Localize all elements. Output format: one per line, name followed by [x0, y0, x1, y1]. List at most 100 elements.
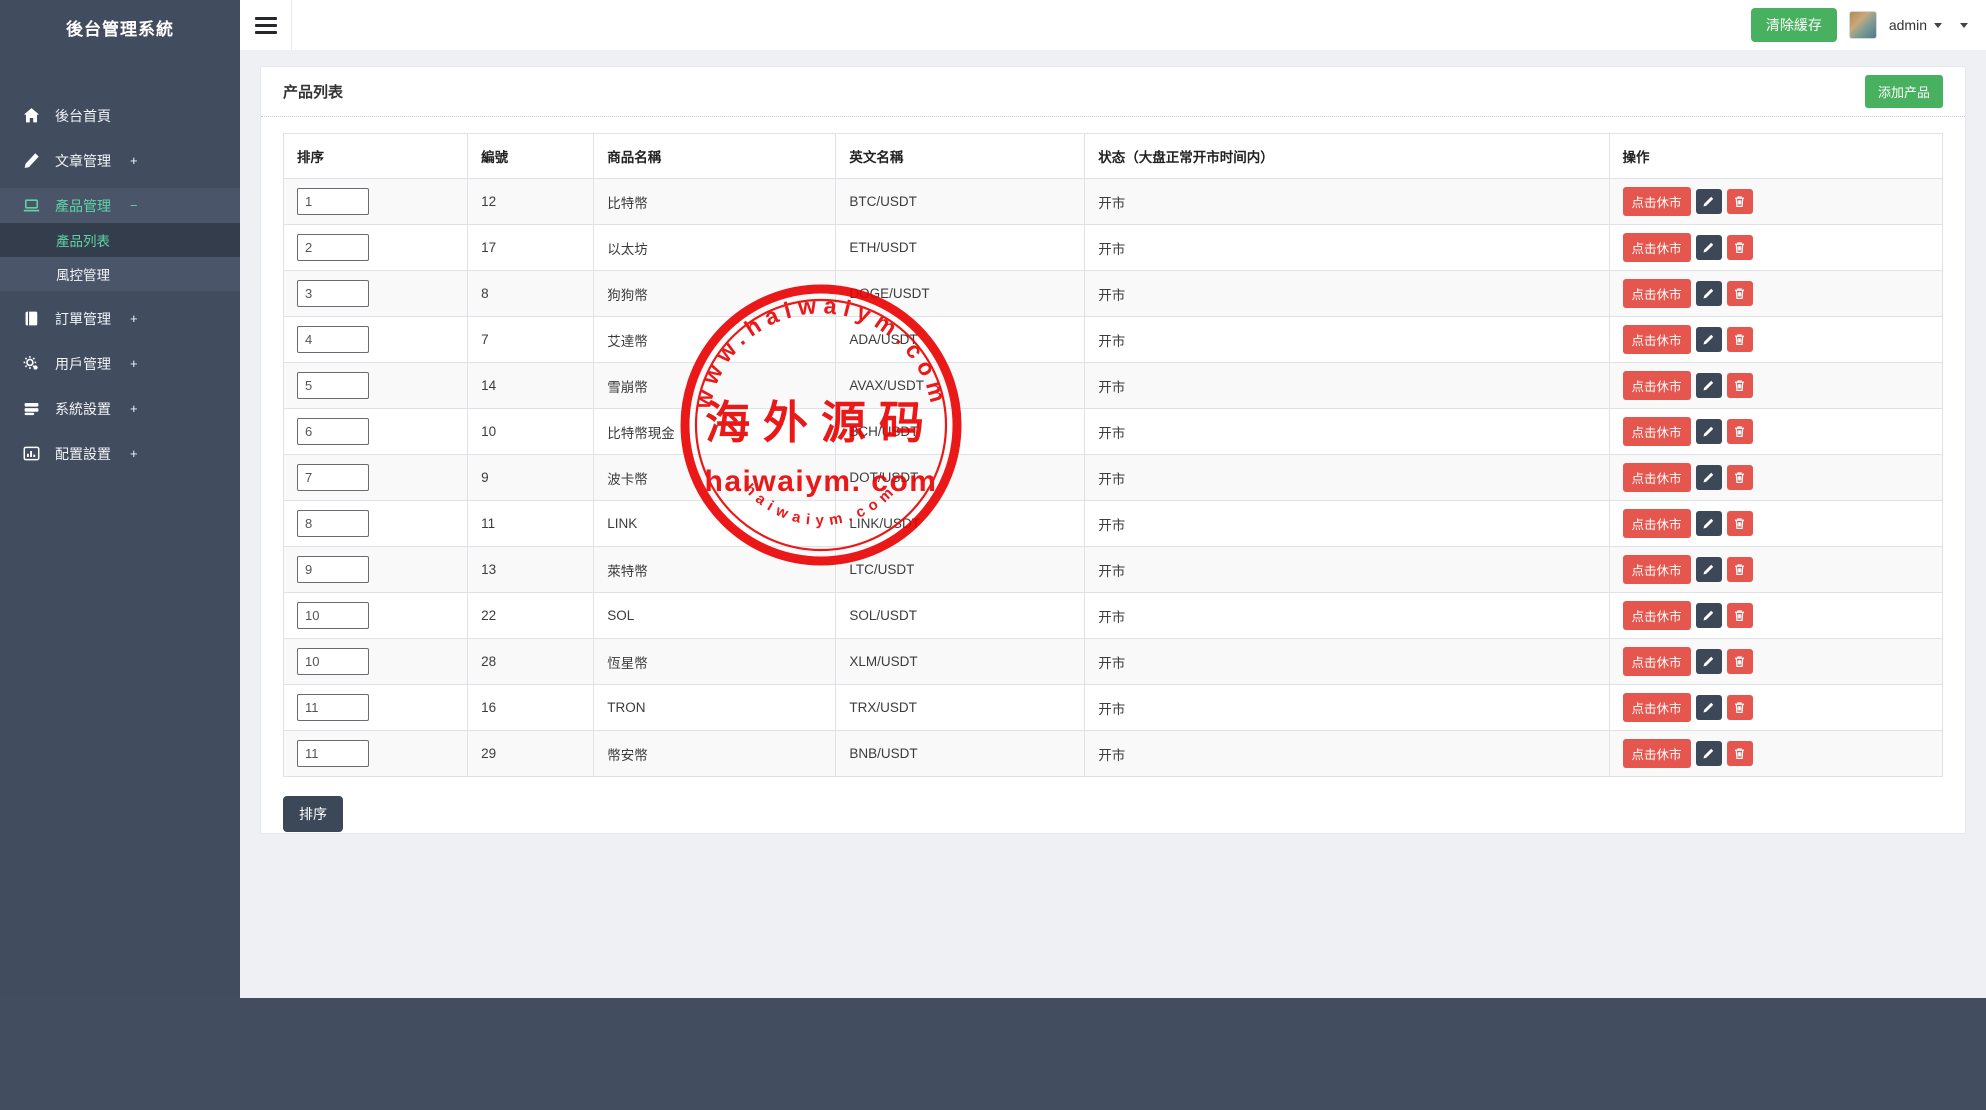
sidebar-item-home[interactable]: 後台首頁 — [0, 98, 240, 133]
close-market-button[interactable]: 点击休市 — [1622, 233, 1691, 262]
sort-input[interactable] — [297, 418, 369, 445]
delete-button[interactable] — [1726, 419, 1753, 444]
sidebar-group-products: 產品管理 − 產品列表 風控管理 — [0, 188, 240, 291]
trash-icon — [1733, 517, 1746, 530]
sidebar-item-config-settings[interactable]: 配置設置 + — [0, 436, 240, 471]
sort-cell — [282, 638, 469, 685]
add-product-button[interactable]: 添加产品 — [1864, 75, 1943, 108]
sidebar-subitem-product-list[interactable]: 產品列表 — [0, 223, 240, 257]
sort-input[interactable] — [297, 372, 369, 399]
row-en-name: SOL/USDT — [835, 592, 1086, 639]
row-name: 以太坊 — [593, 224, 837, 271]
column-header-status: 状态（大盘正常开市时间内） — [1084, 133, 1610, 179]
pencil-icon — [1702, 747, 1715, 760]
delete-button[interactable] — [1726, 695, 1753, 720]
pencil-icon — [1702, 655, 1715, 668]
sidebar-subitem-risk-management[interactable]: 風控管理 — [0, 257, 240, 291]
sidebar-item-orders[interactable]: 訂單管理 + — [0, 301, 240, 336]
trash-icon — [1733, 425, 1746, 438]
close-market-button[interactable]: 点击休市 — [1622, 417, 1691, 446]
close-market-button[interactable]: 点击休市 — [1622, 647, 1691, 676]
close-market-button[interactable]: 点击休市 — [1622, 463, 1691, 492]
sort-input[interactable] — [297, 740, 369, 767]
delete-button[interactable] — [1726, 557, 1753, 582]
trash-icon — [1733, 563, 1746, 576]
row-status: 开市 — [1084, 362, 1610, 409]
avatar[interactable] — [1848, 11, 1877, 39]
row-en-name: TRX/USDT — [835, 684, 1086, 731]
edit-button[interactable] — [1695, 189, 1722, 214]
sidebar-item-users[interactable]: 用戶管理 + — [0, 346, 240, 381]
pencil-icon — [1702, 195, 1715, 208]
edit-button[interactable] — [1695, 373, 1722, 398]
row-id: 10 — [467, 408, 595, 455]
sort-input[interactable] — [297, 602, 369, 629]
edit-button[interactable] — [1695, 327, 1722, 352]
close-market-button[interactable]: 点击休市 — [1622, 187, 1691, 216]
edit-button[interactable] — [1695, 281, 1722, 306]
delete-button[interactable] — [1726, 465, 1753, 490]
close-market-button[interactable]: 点击休市 — [1622, 509, 1691, 538]
table-row: 16 TRON TRX/USDT 开市 点击休市 — [282, 684, 1943, 731]
sidebar-item-products[interactable]: 產品管理 − — [0, 188, 240, 223]
delete-button[interactable] — [1726, 603, 1753, 628]
chevron-down-icon — [1934, 22, 1942, 28]
product-table-body: 12 比特幣 BTC/USDT 开市 点击休市 — [282, 178, 1943, 777]
sort-input[interactable] — [297, 694, 369, 721]
row-id: 16 — [467, 684, 595, 731]
sidebar-item-label: 系統設置 — [55, 400, 111, 417]
edit-button[interactable] — [1695, 235, 1722, 260]
row-status: 开市 — [1084, 730, 1610, 777]
sort-cell — [282, 316, 469, 363]
sort-input[interactable] — [297, 556, 369, 583]
sort-input[interactable] — [297, 234, 369, 261]
delete-button[interactable] — [1726, 511, 1753, 536]
delete-button[interactable] — [1726, 649, 1753, 674]
sort-submit-button[interactable]: 排序 — [283, 796, 343, 832]
delete-button[interactable] — [1726, 281, 1753, 306]
sort-input[interactable] — [297, 280, 369, 307]
sort-input[interactable] — [297, 326, 369, 353]
close-market-button[interactable]: 点击休市 — [1622, 693, 1691, 722]
edit-button[interactable] — [1695, 419, 1722, 444]
close-market-button[interactable]: 点击休市 — [1622, 555, 1691, 584]
delete-button[interactable] — [1726, 327, 1753, 352]
row-status: 开市 — [1084, 178, 1610, 225]
delete-button[interactable] — [1726, 235, 1753, 260]
pencil-icon — [1702, 287, 1715, 300]
table-row: 10 比特幣現金 BCH/USDT 开市 点击休市 — [282, 408, 1943, 455]
close-market-button[interactable]: 点击休市 — [1622, 739, 1691, 768]
close-market-button[interactable]: 点击休市 — [1622, 279, 1691, 308]
delete-button[interactable] — [1726, 189, 1753, 214]
edit-button[interactable] — [1695, 603, 1722, 628]
edit-button[interactable] — [1695, 741, 1722, 766]
trash-icon — [1733, 333, 1746, 346]
close-market-button[interactable]: 点击休市 — [1622, 601, 1691, 630]
sort-input[interactable] — [297, 464, 369, 491]
server-icon — [23, 400, 40, 417]
edit-button[interactable] — [1695, 465, 1722, 490]
sort-input[interactable] — [297, 188, 369, 215]
sidebar-item-system-settings[interactable]: 系統設置 + — [0, 391, 240, 426]
delete-button[interactable] — [1726, 373, 1753, 398]
sort-input[interactable] — [297, 648, 369, 675]
home-icon — [23, 107, 40, 124]
hamburger-menu-button[interactable] — [240, 0, 292, 50]
close-market-button[interactable]: 点击休市 — [1622, 371, 1691, 400]
clear-cache-button[interactable]: 清除緩存 — [1750, 8, 1837, 42]
edit-button[interactable] — [1695, 695, 1722, 720]
table-row: 11 LINK LINK/USDT 开市 点击休市 — [282, 500, 1943, 547]
sidebar-item-articles[interactable]: 文章管理 + — [0, 143, 240, 178]
row-en-name: BTC/USDT — [835, 178, 1086, 225]
user-dropdown[interactable]: admin — [1889, 17, 1942, 33]
row-id: 7 — [467, 316, 595, 363]
edit-button[interactable] — [1695, 511, 1722, 536]
chevron-down-icon[interactable] — [1960, 22, 1968, 28]
edit-button[interactable] — [1695, 557, 1722, 582]
laptop-icon — [23, 197, 40, 214]
sort-input[interactable] — [297, 510, 369, 537]
row-name: LINK — [593, 500, 837, 547]
delete-button[interactable] — [1726, 741, 1753, 766]
edit-button[interactable] — [1695, 649, 1722, 674]
close-market-button[interactable]: 点击休市 — [1622, 325, 1691, 354]
